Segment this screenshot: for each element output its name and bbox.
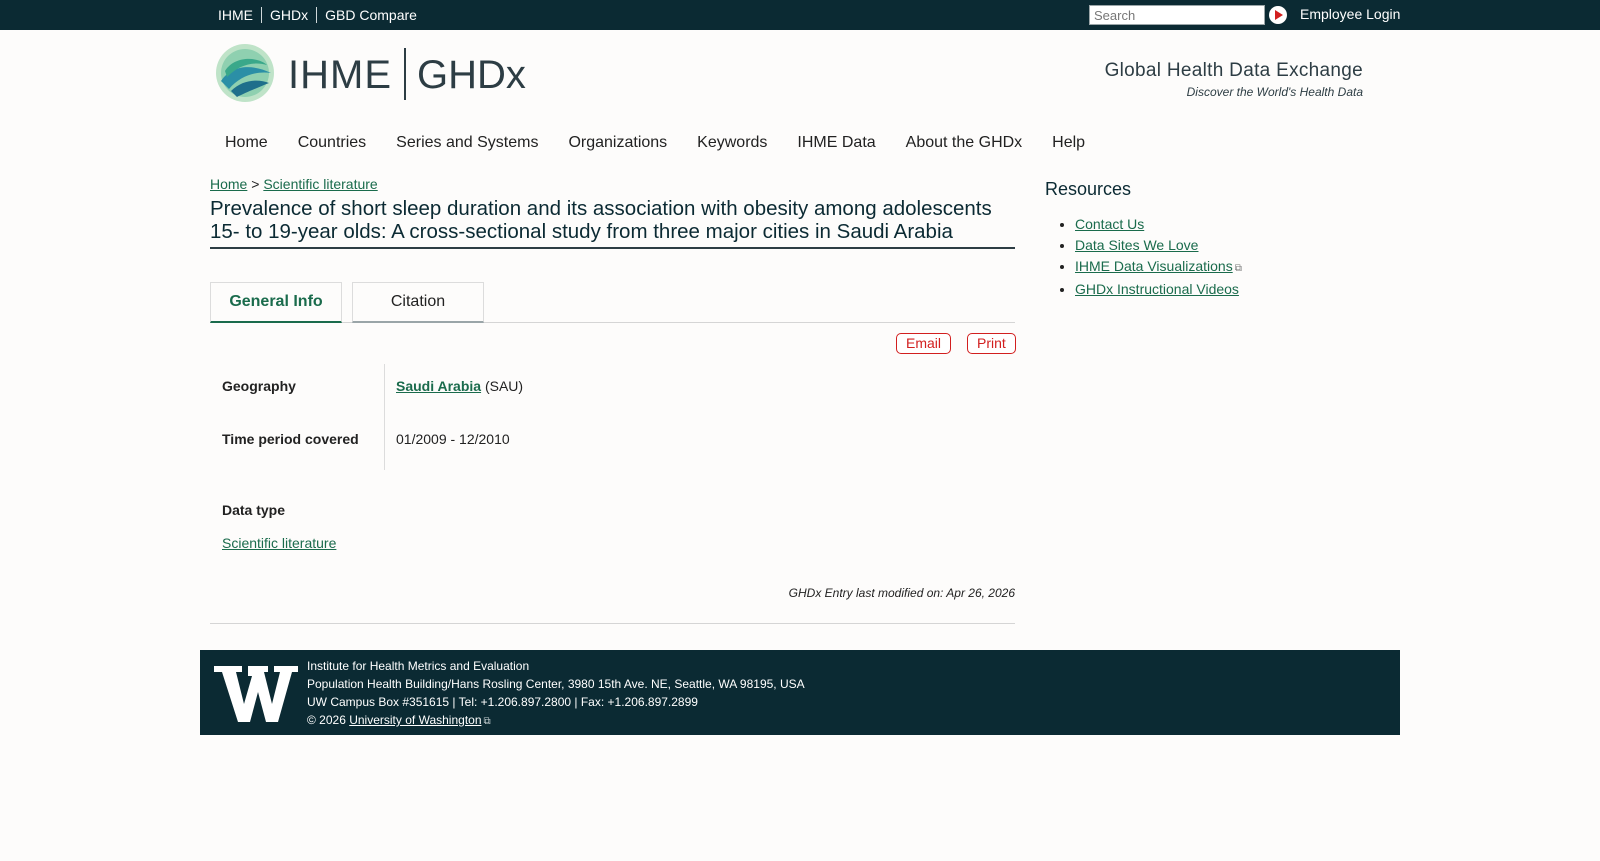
resources-heading: Resources xyxy=(1045,179,1132,199)
geography-label: Geography xyxy=(222,378,296,394)
geography-link[interactable]: Saudi Arabia xyxy=(396,378,481,394)
last-modified: GHDx Entry last modified on: Apr 26, 202… xyxy=(788,586,1015,600)
list-item: Contact Us xyxy=(1075,214,1242,235)
nav-series-and-systems[interactable]: Series and Systems xyxy=(381,132,553,154)
footer-org: Institute for Health Metrics and Evaluat… xyxy=(307,659,530,673)
tab-citation[interactable]: Citation xyxy=(352,282,484,323)
tab-general-info[interactable]: General Info xyxy=(210,282,342,323)
breadcrumb-scientific-literature[interactable]: Scientific literature xyxy=(263,176,377,192)
geography-code: (SAU) xyxy=(484,378,524,394)
field-divider xyxy=(384,364,385,470)
nav-help[interactable]: Help xyxy=(1037,132,1100,154)
search-input[interactable] xyxy=(1089,5,1265,25)
logo-ghdx-text: GHDx xyxy=(417,53,526,97)
logo-ihme-text: IHME xyxy=(288,53,392,97)
breadcrumb-home[interactable]: Home xyxy=(210,176,247,192)
breadcrumb: Home > Scientific literature xyxy=(210,176,378,192)
footer-address: Population Health Building/Hans Rosling … xyxy=(307,677,805,691)
resource-ihme-visualizations[interactable]: IHME Data Visualizations xyxy=(1075,258,1233,274)
footer: Institute for Health Metrics and Evaluat… xyxy=(200,650,1400,735)
time-period-label: Time period covered xyxy=(222,431,359,447)
list-item: Data Sites We Love xyxy=(1075,235,1242,256)
nav-ihme-data[interactable]: IHME Data xyxy=(782,132,890,154)
page-title: Prevalence of short sleep duration and i… xyxy=(210,197,1015,249)
resources-list: Contact Us Data Sites We Love IHME Data … xyxy=(1075,214,1242,300)
ihme-logo-icon[interactable] xyxy=(215,43,275,103)
list-item: IHME Data Visualizations⧉ xyxy=(1075,256,1242,279)
footer-contact: UW Campus Box #351615 | Tel: +1.206.897.… xyxy=(307,695,698,709)
nav-countries[interactable]: Countries xyxy=(283,132,381,154)
uw-w-logo-icon[interactable] xyxy=(214,666,298,722)
employee-login-link[interactable]: Employee Login xyxy=(1300,0,1400,29)
site-tagline: Global Health Data Exchange xyxy=(1104,60,1363,81)
top-bar: IHME GHDx GBD Compare Employee Login xyxy=(0,0,1600,30)
search-submit-icon[interactable] xyxy=(1269,6,1287,24)
footer-copyright-row: © 2026 University of Washington ⧉ xyxy=(307,711,805,731)
uw-link[interactable]: University of Washington xyxy=(349,713,481,727)
nav-keywords[interactable]: Keywords xyxy=(682,132,782,154)
time-period-value: 01/2009 - 12/2010 xyxy=(396,431,510,447)
content-divider xyxy=(210,623,1015,624)
top-nav: IHME GHDx GBD Compare xyxy=(210,0,425,30)
list-item: GHDx Instructional Videos xyxy=(1075,279,1242,300)
resource-contact-us[interactable]: Contact Us xyxy=(1075,216,1144,232)
top-link-ghdx[interactable]: GHDx xyxy=(261,7,316,23)
footer-text: Institute for Health Metrics and Evaluat… xyxy=(307,657,805,731)
geography-value: Saudi Arabia (SAU) xyxy=(396,378,523,394)
main-nav: Home Countries Series and Systems Organi… xyxy=(210,132,1100,154)
nav-home[interactable]: Home xyxy=(210,132,283,154)
breadcrumb-separator: > xyxy=(251,176,260,192)
top-link-gbd-compare[interactable]: GBD Compare xyxy=(316,7,425,23)
external-link-icon: ⧉ xyxy=(483,716,491,727)
external-link-icon: ⧉ xyxy=(1234,263,1242,274)
nav-about-ghdx[interactable]: About the GHDx xyxy=(891,132,1038,154)
data-type-label: Data type xyxy=(222,502,286,518)
print-button[interactable]: Print xyxy=(967,333,1016,354)
logo-divider xyxy=(404,48,406,100)
top-link-ihme[interactable]: IHME xyxy=(210,7,261,23)
resource-data-sites[interactable]: Data Sites We Love xyxy=(1075,237,1198,253)
nav-organizations[interactable]: Organizations xyxy=(553,132,682,154)
resource-instructional-videos[interactable]: GHDx Instructional Videos xyxy=(1075,281,1239,297)
email-button[interactable]: Email xyxy=(896,333,952,354)
data-type-link[interactable]: Scientific literature xyxy=(222,535,336,551)
footer-copyright: © 2026 xyxy=(307,713,346,727)
tab-bar: General Info Citation xyxy=(210,282,1015,323)
site-subtagline: Discover the World's Health Data xyxy=(1186,85,1363,99)
